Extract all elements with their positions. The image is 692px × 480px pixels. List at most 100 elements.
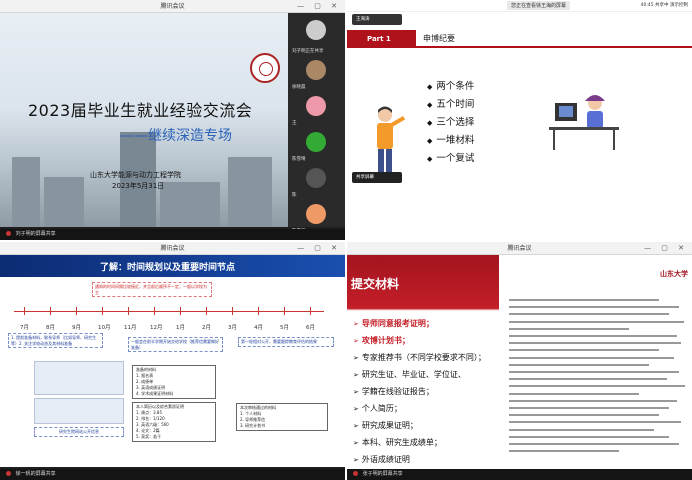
document-line <box>509 356 674 359</box>
share-status: 张子明的屏幕共享 <box>362 471 403 477</box>
month-tick <box>128 307 129 315</box>
university-logo: 山东大学 <box>660 270 688 278</box>
pane-3-window-title: 腾讯会议 <box>160 245 185 252</box>
block-line: 5. 获奖：若干 <box>136 434 162 439</box>
timeline-note-left: 1. 提前准备材料，联系导师（比如导师、研究生等）2. 关注学校动态及其材料准备 <box>8 333 103 348</box>
mic-icon[interactable] <box>353 471 358 476</box>
timeline-note-right: 第一轮相对公开，需要跟踪教育评估的结果 <box>238 337 334 347</box>
slide-subtitle: ——继续深造专场 <box>120 128 232 144</box>
avatar <box>306 168 326 188</box>
participant-strip[interactable]: 刘子明正在共享 徐晓晨 王 陈雪晴 陈 陈雪晴 <box>288 13 345 234</box>
document-line <box>509 421 681 424</box>
university-emblem-icon <box>250 53 280 83</box>
window-controls[interactable]: — ▢ ✕ <box>297 0 341 13</box>
document-line <box>509 327 629 330</box>
pane-3-share[interactable]: 腾讯会议 — ▢ ✕ 了解：时间规划以及重要时间节点 通知的时间间隔比较接近，并… <box>0 242 345 480</box>
pane-1-statusbar: 刘子明的屏幕共享 <box>0 229 345 240</box>
month-tick <box>102 307 103 315</box>
participant-tile[interactable]: 王 <box>292 93 342 126</box>
camera-overlay[interactable]: 王海涛 <box>352 14 402 25</box>
participant-tile[interactable]: 陈雪晴 <box>292 129 342 162</box>
pane-4-statusbar: 张子明的屏幕共享 <box>347 469 692 480</box>
month-tick <box>24 307 25 315</box>
block-line: 3. 研究计划书 <box>240 423 266 428</box>
month-tick <box>310 307 311 315</box>
participant-tile[interactable]: 徐晓晨 <box>292 57 342 90</box>
participant-tile[interactable]: 刘子明正在共享 <box>292 44 342 54</box>
materials-list: 导师同意报考证明；攻博计划书；专家推荐书（不同学校要求不同）；研究生证、毕业证、… <box>353 315 486 480</box>
mic-icon[interactable] <box>6 471 11 476</box>
document-line <box>509 371 679 373</box>
month-label: 9月 <box>72 325 81 331</box>
document-line <box>509 306 679 309</box>
block-line: 4. 学术成果证明材料 <box>136 391 174 396</box>
document-line <box>509 313 669 316</box>
month-label: 4月 <box>254 325 263 331</box>
document-line <box>509 392 639 395</box>
grid-divider <box>0 240 692 242</box>
month-tick <box>206 307 207 315</box>
share-status: 徐一帆的屏幕共享 <box>15 471 56 477</box>
month-label: 8月 <box>46 325 55 331</box>
document-preview: 山东大学 <box>499 255 692 469</box>
building-silhouette <box>160 182 220 227</box>
opening-slide: 2023届毕业生就业经验交流会 ——继续深造专场 山东大学能源与动力工程学院 2… <box>0 13 288 227</box>
website-screenshot <box>34 398 124 424</box>
mic-icon[interactable] <box>6 231 11 236</box>
section-title: 申博纪要 <box>423 34 455 43</box>
bullet-item: 五个时间 <box>427 96 474 114</box>
document-line <box>509 428 654 431</box>
materials-slide: 提交材料 导师同意报考证明；攻博计划书；专家推荐书（不同学校要求不同）；研究生证… <box>347 255 499 480</box>
materials-list-item: 攻博计划书； <box>353 332 486 349</box>
avatar <box>306 132 326 152</box>
avatar <box>306 60 326 80</box>
materials-list-item: 个人简历； <box>353 400 486 417</box>
pane-2-share[interactable]: 您正在查看徐王海的屏幕 40:45 共享中 演示控制 王海涛 Part 1 申博… <box>347 0 692 240</box>
window-controls[interactable]: — ▢ ✕ <box>297 242 341 255</box>
share-status: 刘子明的屏幕共享 <box>15 231 56 237</box>
participant-name: 陈雪晴 <box>292 157 306 162</box>
month-tick <box>154 307 155 315</box>
month-tick <box>50 307 51 315</box>
slide-heading: 了解：时间规划以及重要时间节点 <box>100 263 236 273</box>
document-line <box>509 342 681 345</box>
month-label: 6月 <box>306 325 315 331</box>
pane-4-titlebar: 腾讯会议 — ▢ ✕ <box>347 242 692 255</box>
month-tick <box>76 307 77 315</box>
participant-tile[interactable]: 陈 <box>292 165 342 198</box>
month-label: 7月 <box>20 325 29 331</box>
avatar <box>306 20 326 40</box>
pane-3-titlebar: 腾讯会议 — ▢ ✕ <box>0 242 345 255</box>
pane-2-window-title: 您正在查看徐王海的屏幕 <box>507 1 571 10</box>
pane-4-share[interactable]: 腾讯会议 — ▢ ✕ 提交材料 导师同意报考证明；攻博计划书；专家推荐书（不同学… <box>347 242 692 480</box>
document-line <box>509 363 649 366</box>
month-label: 3月 <box>228 325 237 331</box>
materials-list-item: 本科、研究生成绩单； <box>353 434 486 451</box>
bullet-item: 一堆材料 <box>427 132 474 150</box>
document-line <box>509 335 677 337</box>
window-controls[interactable]: — ▢ ✕ <box>644 242 688 255</box>
month-label: 5月 <box>280 325 289 331</box>
building-silhouette <box>228 157 272 227</box>
slide-heading: 提交材料 <box>351 277 400 291</box>
month-label: 11月 <box>124 325 137 331</box>
pane-1-share[interactable]: 腾讯会议 — ▢ ✕ 2023届毕业生就业经验交流会 ——继续深造专场 山东大学… <box>0 0 345 240</box>
participant-name: 徐晓晨 <box>292 85 306 90</box>
document-line <box>509 399 677 402</box>
document-line <box>509 385 685 388</box>
avatar <box>306 204 326 224</box>
pane-1-window-title: 腾讯会议 <box>160 3 185 10</box>
timeline-note-mid: 一般会在前半学期开始交给学校（推荐信需要做好准备） <box>128 337 223 352</box>
bullet-list: 两个条件 五个时间 三个选择 一堆材料 一个复试 <box>427 78 474 168</box>
part-label: Part 1 <box>347 30 412 48</box>
pane-2-status[interactable]: 40:45 共享中 演示控制 <box>641 2 688 8</box>
month-label: 10月 <box>98 325 111 331</box>
timeline-axis <box>14 311 324 312</box>
document-line <box>509 443 679 445</box>
pane-3-statusbar: 徐一帆的屏幕共享 <box>0 469 345 480</box>
month-tick <box>232 307 233 315</box>
camera-overlay[interactable]: 共享屏幕 <box>352 172 402 183</box>
website-screenshot <box>34 361 124 395</box>
materials-list-item: 学籍在线验证报告； <box>353 383 486 400</box>
document-line <box>509 407 669 409</box>
